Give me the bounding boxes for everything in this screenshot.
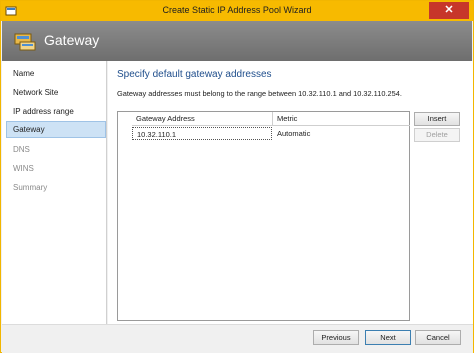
wizard-footer: Previous Next Cancel	[2, 324, 473, 353]
grid-header: Gateway Address Metric	[132, 112, 410, 126]
nav-item-ip-address-range[interactable]: IP address range	[6, 103, 106, 120]
table-row[interactable]: 10.32.110.1 Automatic	[132, 127, 410, 140]
window-title: Create Static IP Address Pool Wizard	[162, 5, 312, 15]
metric-cell[interactable]: Automatic	[273, 127, 410, 140]
gateway-address-cell[interactable]: 10.32.110.1	[132, 127, 272, 140]
nav-item-summary: Summary	[13, 183, 48, 192]
page-title: Gateway	[44, 32, 100, 48]
insert-button[interactable]: Insert	[414, 112, 460, 126]
nav-item-name[interactable]: Name	[6, 65, 106, 82]
column-header-metric[interactable]: Metric	[273, 112, 410, 126]
section-title: Specify default gateway addresses	[117, 69, 272, 80]
column-header-gateway-address[interactable]: Gateway Address	[132, 112, 272, 126]
cancel-button[interactable]: Cancel	[415, 330, 461, 345]
nav-item-wins: WINS	[13, 164, 34, 173]
close-icon: ✕	[444, 4, 454, 16]
nav-item-dns: DNS	[13, 145, 30, 154]
header-banner: Gateway	[2, 21, 472, 61]
nav-item-gateway[interactable]: Gateway	[6, 121, 106, 138]
next-button[interactable]: Next	[365, 330, 411, 345]
wizard-steps-nav: Name Network Site IP address range Gatew…	[2, 61, 107, 324]
main-content: Specify default gateway addresses Gatewa…	[108, 61, 473, 324]
gateway-range-info: Gateway addresses must belong to the ran…	[117, 89, 402, 98]
row-selector[interactable]	[118, 127, 131, 140]
previous-button[interactable]: Previous	[313, 330, 359, 345]
close-button[interactable]: ✕	[429, 2, 469, 19]
wizard-window: Create Static IP Address Pool Wizard ✕ G…	[0, 0, 474, 353]
gateway-grid[interactable]: Gateway Address Metric 10.32.110.1 Autom…	[117, 111, 410, 321]
nav-item-network-site[interactable]: Network Site	[6, 84, 106, 101]
gateway-icon	[14, 33, 36, 51]
title-bar[interactable]: Create Static IP Address Pool Wizard ✕	[1, 1, 473, 21]
delete-button[interactable]: Delete	[414, 128, 460, 142]
